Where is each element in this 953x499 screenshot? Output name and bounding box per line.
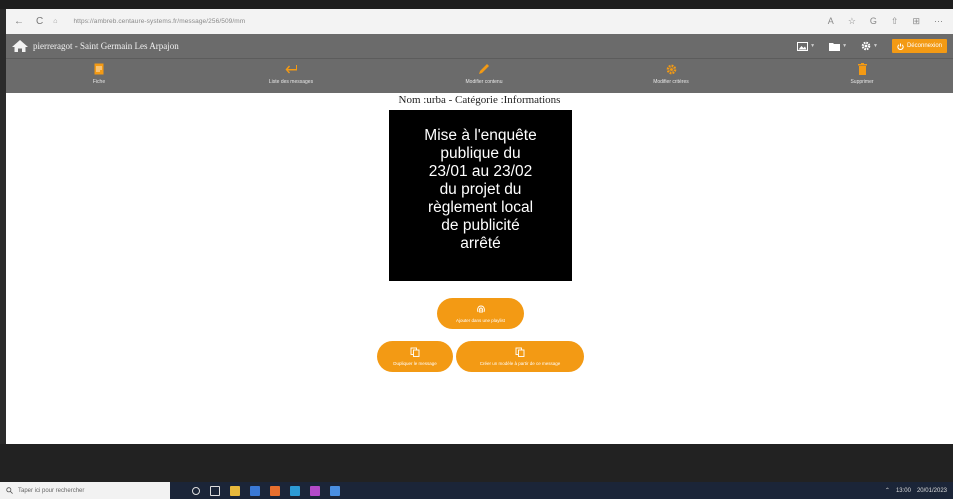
preview-line: arrêté [460, 235, 501, 252]
system-tray: ⌃ 13:00 20/01/2023 [885, 487, 947, 495]
action-toolbar: Fiche Liste des messages Modifier conten… [6, 58, 953, 93]
search-icon [6, 487, 13, 494]
reload-icon[interactable]: C [36, 16, 43, 27]
doc-icon [93, 63, 105, 75]
browser-toolbar: ← C ⌂ https://ambreb.centaure-systems.fr… [6, 9, 953, 34]
message-preview: Mise à l'enquête publique du 23/01 au 23… [389, 110, 572, 281]
preview-line: règlement local [427, 199, 534, 216]
menu-icon[interactable]: ⋯ [934, 16, 943, 27]
preview-line: de publicité [441, 217, 520, 234]
gear-icon [861, 41, 871, 51]
taskbar-apps [192, 485, 340, 496]
preview-line: publique du [440, 145, 521, 162]
main-content: Nom :urba - Catégorie :Informations Mise… [6, 93, 953, 444]
network-icon[interactable]: ⌃ [885, 487, 890, 494]
settings-menu-button[interactable]: ▼ [861, 41, 878, 51]
page-title: Nom :urba - Catégorie :Informations [398, 94, 561, 106]
logout-label: Déconnexion [906, 43, 942, 49]
duplicate-message-button[interactable]: Dupliquer le message [377, 341, 453, 372]
action-label: Modifier critères [653, 79, 689, 85]
app-icon[interactable] [290, 485, 300, 496]
chevron-down-icon: ▼ [810, 43, 816, 49]
os-taskbar: Taper ici pour rechercher ⌃ 13:00 20/01/… [0, 482, 953, 499]
create-template-button[interactable]: Créer un modèle à partir de ce message [456, 341, 584, 372]
app-icon[interactable] [250, 485, 260, 496]
gear-icon [665, 63, 677, 75]
translate-icon[interactable]: A [828, 16, 834, 27]
action-edit-content[interactable]: Modifier contenu [444, 63, 524, 85]
chevron-down-icon: ▼ [873, 43, 878, 49]
trash-icon [856, 63, 868, 75]
app-title: pierreragot - Saint Germain Les Arpajon [33, 41, 179, 51]
browser-nav: ← C [14, 16, 43, 27]
action-edit-criteria[interactable]: Modifier critères [631, 63, 711, 85]
extension-icon[interactable]: G [870, 16, 877, 27]
copy-icon [410, 347, 420, 357]
chevron-down-icon: ▼ [842, 43, 848, 49]
header-tools: ▼ ▼ ▼ Déconnexion [797, 39, 947, 53]
copy-icon [515, 347, 525, 357]
file-explorer-icon[interactable] [230, 485, 240, 496]
action-label: Fiche [92, 79, 106, 85]
power-icon [897, 42, 904, 50]
button-label: Créer un modèle à partir de ce message [479, 361, 561, 366]
image-menu-button[interactable]: ▼ [797, 41, 816, 51]
button-label: Ajouter dans une playlist [455, 318, 506, 323]
cortana-icon[interactable] [192, 486, 200, 495]
image-icon [797, 41, 809, 51]
browser-actions: A ☆ G ⇧ ⊞ ⋯ [828, 16, 943, 27]
clock-date[interactable]: 20/01/2023 [917, 488, 947, 494]
preview-line: 23/01 au 23/02 [428, 163, 533, 180]
preview-line: du projet du [439, 181, 522, 198]
search-placeholder: Taper ici pour rechercher [18, 487, 85, 494]
lock-icon: ⌂ [53, 18, 58, 25]
page-footer [0, 444, 953, 482]
add-to-playlist-button[interactable]: Ajouter dans une playlist [437, 298, 524, 329]
taskbar-search[interactable]: Taper ici pour rechercher [0, 482, 170, 499]
logout-button[interactable]: Déconnexion [891, 39, 947, 53]
favorite-icon[interactable]: ☆ [848, 16, 856, 27]
action-label: Modifier contenu [465, 79, 503, 85]
fingerprint-icon [476, 305, 485, 313]
window-top-border [0, 0, 953, 9]
folder-menu-button[interactable]: ▼ [829, 42, 847, 51]
collections-icon[interactable]: ⊞ [912, 16, 920, 27]
app-header: pierreragot - Saint Germain Les Arpajon … [6, 34, 953, 58]
action-label: Supprimer [850, 79, 874, 85]
app-icon[interactable] [270, 485, 280, 496]
app-icon[interactable] [330, 485, 340, 496]
app-icon[interactable] [310, 485, 320, 496]
folder-icon [829, 42, 841, 51]
action-message-list[interactable]: Liste des messages [251, 63, 331, 85]
share-icon[interactable]: ⇧ [891, 16, 899, 27]
address-bar[interactable]: https://ambreb.centaure-systems.fr/messa… [73, 18, 245, 25]
back-icon [285, 63, 297, 75]
action-fiche[interactable]: Fiche [59, 63, 139, 85]
button-label: Dupliquer le message [393, 361, 437, 366]
action-delete[interactable]: Supprimer [822, 63, 902, 85]
task-view-icon[interactable] [210, 485, 220, 496]
action-label: Liste des messages [268, 79, 314, 85]
home-icon[interactable] [10, 38, 30, 54]
pencil-icon [478, 63, 490, 75]
clock-time[interactable]: 13:00 [896, 488, 911, 494]
back-icon[interactable]: ← [14, 16, 24, 27]
preview-line: Mise à l'enquête [424, 127, 537, 144]
